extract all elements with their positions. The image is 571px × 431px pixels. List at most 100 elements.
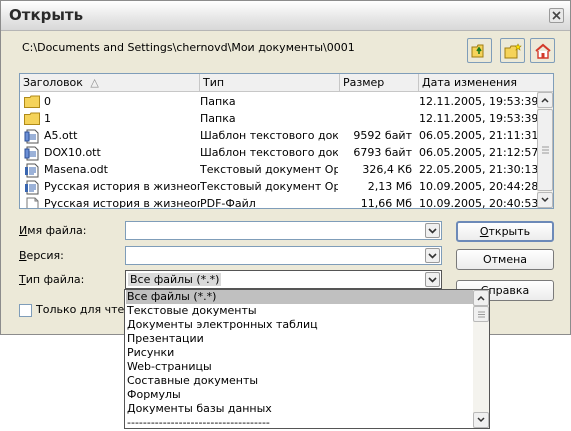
dropdown-scroll-up-button[interactable] — [473, 290, 489, 306]
open-mnemonic: О — [479, 225, 489, 238]
file-name: 0 — [44, 95, 51, 108]
filetype-option[interactable]: Составные документы — [126, 374, 473, 388]
file-name-cell: Masena.odt — [22, 161, 200, 178]
file-list-row[interactable]: Русская история в жизнеопис PDF-Файл 11,66… — [20, 195, 539, 209]
file-name: Masena.odt — [44, 163, 108, 176]
file-date: 12.11.2005, 19:53:39 — [419, 95, 539, 108]
file-list-row[interactable]: DOX10.ott Шаблон текстового доку 6793 байт… — [20, 144, 539, 161]
dialog-title: Открыть — [9, 6, 84, 24]
version-combobox[interactable] — [125, 246, 442, 265]
chevron-up-icon — [541, 97, 549, 103]
chevron-down-icon — [541, 197, 549, 203]
file-name-cell: 1 — [22, 110, 200, 127]
chevron-down-icon — [428, 227, 437, 234]
file-name: DOX10.ott — [44, 146, 101, 159]
close-icon — [552, 11, 561, 20]
pdf-icon — [24, 197, 40, 208]
sort-ascending-icon: △ — [90, 76, 99, 89]
scroll-down-button[interactable] — [537, 192, 553, 208]
file-list-row[interactable]: A5.ott Шаблон текстового доку 9592 байт 06.… — [20, 127, 538, 144]
chevron-down-icon — [428, 276, 437, 283]
file-date: 10.09.2005, 20:44:28 — [419, 180, 539, 193]
file-list[interactable]: Заголовок △ Тип Размер Дата изменения 0 П… — [19, 73, 554, 209]
file-size: 2,13 Мб — [367, 180, 412, 193]
file-name-cell: Русская история в жизнеопис — [22, 178, 200, 195]
scroll-up-button[interactable] — [537, 92, 553, 108]
chevron-down-icon — [428, 252, 437, 259]
file-date: 10.09.2005, 20:40:53 — [419, 197, 539, 209]
filetype-option[interactable]: Текстовые документы — [126, 304, 473, 318]
file-date: 06.05.2005, 21:12:57 — [419, 146, 539, 159]
file-name-cell: Русская история в жизнеопис — [22, 195, 200, 209]
file-size: 9592 байт — [353, 129, 412, 142]
file-size: 11,66 Мб — [360, 197, 412, 209]
cancel-button[interactable]: Отмена — [456, 249, 554, 270]
file-type: Шаблон текстового доку — [200, 129, 338, 142]
template-icon — [24, 146, 40, 161]
filename-combobox[interactable] — [125, 221, 442, 240]
filetype-option[interactable]: ------------------------------------ — [126, 416, 473, 428]
new-folder-icon — [504, 42, 522, 58]
filename-dropdown-button[interactable] — [425, 223, 440, 238]
column-header-date[interactable]: Дата изменения — [419, 74, 553, 92]
folder-icon — [24, 95, 40, 110]
file-size: 6793 байт — [353, 146, 412, 159]
column-header-title[interactable]: Заголовок △ — [20, 74, 200, 92]
file-list-row[interactable]: 0 Папка 12.11.2005, 19:53:39 — [20, 93, 539, 110]
column-header-size[interactable]: Размер — [340, 74, 419, 92]
dropdown-scroll-thumb[interactable] — [473, 306, 489, 322]
document-icon — [24, 163, 40, 178]
filetype-option[interactable]: Рисунки — [126, 346, 473, 360]
file-list-row[interactable]: 1 Папка 12.11.2005, 19:53:39 — [20, 110, 538, 127]
file-type: Папка — [200, 112, 236, 125]
template-icon — [24, 129, 40, 144]
filetype-combobox[interactable]: Все файлы (*.*) — [125, 270, 442, 289]
title-bar[interactable]: Открыть — [1, 1, 570, 31]
file-size: 326,4 Кб — [362, 163, 412, 176]
file-name: 1 — [44, 112, 51, 125]
scroll-thumb[interactable] — [537, 109, 553, 191]
filetype-option[interactable]: Все файлы (*.*) — [126, 290, 473, 304]
filetype-dropdown-button[interactable] — [425, 272, 440, 287]
readonly-checkbox[interactable] — [19, 304, 32, 317]
file-type: Папка — [200, 95, 236, 108]
close-button[interactable] — [549, 8, 564, 23]
filetype-option[interactable]: Формулы — [126, 388, 473, 402]
filetype-option[interactable]: Документы электронных таблиц — [126, 318, 473, 332]
file-type: Шаблон текстового доку — [200, 146, 338, 159]
file-name: Русская история в жизнеопис — [44, 180, 200, 193]
version-label: Версия: — [19, 249, 64, 262]
filetype-option[interactable]: Документы базы данных — [126, 402, 473, 416]
file-date: 22.05.2005, 21:30:13 — [419, 163, 539, 176]
open-file-dialog: Открыть C:\Documents and Settings\cherno… — [0, 0, 571, 335]
filetype-dropdown-list[interactable]: Все файлы (*.*) Текстовые документы Докуме… — [124, 289, 490, 429]
column-header-type[interactable]: Тип — [200, 74, 340, 92]
file-list-scrollbar[interactable] — [537, 92, 553, 208]
file-list-row[interactable]: Masena.odt Текстовый документ Opei 326,4 К… — [20, 161, 539, 178]
home-icon — [534, 43, 551, 59]
version-dropdown-button[interactable] — [425, 248, 440, 263]
filename-label: Имя файла: — [19, 224, 87, 237]
open-button[interactable]: Открыть — [456, 221, 554, 242]
file-type: Текстовый документ Opei — [200, 180, 338, 193]
filetype-label: Тип файла: — [19, 273, 85, 286]
file-name-cell: 0 — [22, 93, 200, 110]
filetype-option[interactable]: Презентации — [126, 332, 473, 346]
file-size — [340, 93, 412, 110]
home-button[interactable] — [530, 38, 555, 63]
file-name: Русская история в жизнеопис — [44, 197, 200, 209]
dropdown-scroll-down-button[interactable] — [473, 412, 489, 428]
current-path: C:\Documents and Settings\chernovd\Мои д… — [22, 41, 355, 54]
filetype-option[interactable]: Web-страницы — [126, 360, 473, 374]
folder-up-icon — [471, 44, 483, 57]
new-folder-button[interactable] — [500, 38, 525, 63]
dropdown-scrollbar[interactable] — [473, 290, 489, 428]
folder-up-button[interactable] — [467, 38, 492, 63]
file-type: Текстовый документ Opei — [200, 163, 338, 176]
file-list-row[interactable]: Русская история в жизнеопис Текстовый док… — [20, 178, 539, 195]
file-name-cell: DOX10.ott — [22, 144, 200, 161]
folder-icon — [24, 112, 40, 127]
filetype-value[interactable]: Все файлы (*.*) — [128, 273, 222, 286]
document-icon — [24, 180, 40, 195]
file-name: A5.ott — [44, 129, 78, 142]
